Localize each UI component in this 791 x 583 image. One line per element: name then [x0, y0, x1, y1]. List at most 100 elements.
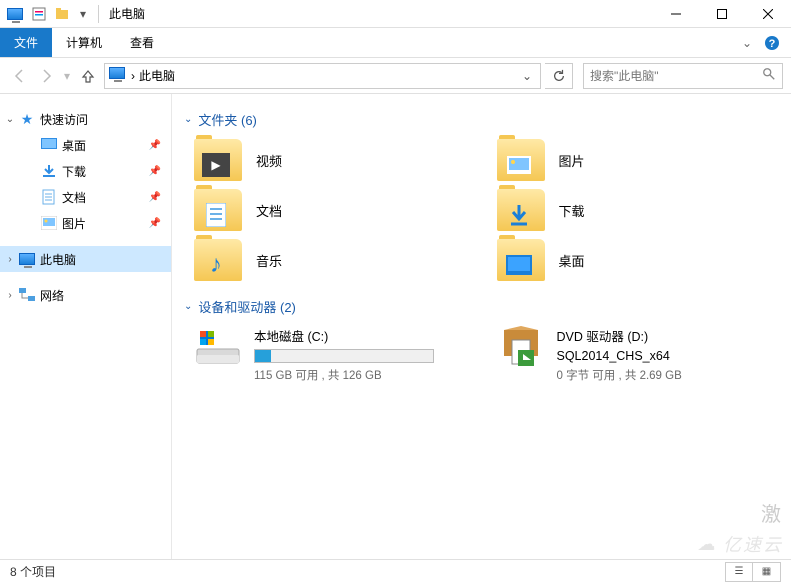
- folder-desktop-icon: [497, 239, 545, 281]
- drive-d-label: SQL2014_CHS_x64: [557, 349, 780, 363]
- network-icon: [18, 286, 36, 304]
- nav-label: 此电脑: [40, 251, 76, 268]
- nav-desktop[interactable]: 桌面 📌: [0, 132, 171, 158]
- drive-d-stat: 0 字节 可用 , 共 2.69 GB: [557, 367, 780, 383]
- up-button[interactable]: [76, 64, 100, 88]
- nav-pictures[interactable]: 图片 📌: [0, 210, 171, 236]
- this-pc-icon: [18, 250, 36, 268]
- drives-grid: 本地磁盘 (C:) 115 GB 可用 , 共 126 GB DVD 驱动器 (…: [184, 326, 779, 383]
- cloud-icon: ☁: [697, 534, 717, 555]
- folders-grid: ▶ 视频 图片 文档 下载 ♪ 音乐 桌面: [184, 139, 779, 281]
- quick-access-icon: ★: [18, 110, 36, 128]
- search-placeholder: 搜索"此电脑": [590, 67, 659, 84]
- folder-videos-icon: ▶: [194, 139, 242, 181]
- nav-network[interactable]: › 网络: [0, 282, 171, 308]
- minimize-button[interactable]: [653, 0, 699, 28]
- search-icon: [762, 67, 776, 84]
- quick-access-toolbar: ▾: [0, 3, 94, 25]
- desktop-icon: [40, 136, 58, 154]
- tab-file[interactable]: 文件: [0, 28, 52, 57]
- pictures-icon: [40, 214, 58, 232]
- local-disk-icon: [194, 326, 242, 368]
- history-dropdown-icon[interactable]: ▾: [60, 64, 74, 88]
- nav-this-pc[interactable]: › 此电脑: [0, 246, 171, 272]
- drive-c-stat: 115 GB 可用 , 共 126 GB: [254, 367, 477, 383]
- drive-c-usage-bar: [254, 349, 434, 363]
- location-pc-icon: [109, 67, 127, 85]
- refresh-button[interactable]: [545, 63, 573, 89]
- window-title: 此电脑: [103, 5, 145, 22]
- titlebar-divider: [98, 5, 99, 23]
- folder-pictures[interactable]: 图片: [497, 139, 780, 181]
- maximize-button[interactable]: [699, 0, 745, 28]
- nav-label: 快速访问: [40, 111, 88, 128]
- brand-watermark: ☁ 亿速云: [697, 531, 783, 557]
- chevron-right-icon[interactable]: ›: [4, 290, 16, 301]
- nav-documents[interactable]: 文档 📌: [0, 184, 171, 210]
- drive-c-name: 本地磁盘 (C:): [254, 326, 477, 345]
- properties-icon[interactable]: [28, 3, 50, 25]
- ribbon-expand-icon[interactable]: ⌄: [733, 36, 761, 50]
- search-input[interactable]: 搜索"此电脑": [583, 63, 783, 89]
- address-bar[interactable]: › 此电脑 ⌄: [104, 63, 541, 89]
- navigation-pane: ⌄ ★ 快速访问 桌面 📌 下载 📌 文档 📌 图片 📌 › 此电脑: [0, 94, 172, 559]
- nav-quick-access[interactable]: ⌄ ★ 快速访问: [0, 106, 171, 132]
- folder-documents-icon: [194, 189, 242, 231]
- view-tiles-button[interactable]: ▦: [753, 562, 781, 582]
- help-icon[interactable]: ?: [761, 32, 783, 54]
- downloads-icon: [40, 162, 58, 180]
- folder-music-icon: ♪: [194, 239, 242, 281]
- navigation-bar: ▾ › 此电脑 ⌄ 搜索"此电脑": [0, 58, 791, 94]
- chevron-down-icon[interactable]: ⌄: [4, 114, 16, 125]
- pin-icon: 📌: [149, 192, 161, 203]
- address-dropdown-icon[interactable]: ⌄: [518, 69, 536, 83]
- pin-icon: 📌: [149, 140, 161, 151]
- pin-icon: 📌: [149, 166, 161, 177]
- pin-icon: 📌: [149, 218, 161, 229]
- folder-videos[interactable]: ▶ 视频: [194, 139, 477, 181]
- crumb-separator: ›: [131, 69, 135, 83]
- window-controls: [653, 0, 791, 28]
- nav-label: 下载: [62, 163, 86, 180]
- drive-d-name: DVD 驱动器 (D:): [557, 326, 780, 345]
- folder-music[interactable]: ♪ 音乐: [194, 239, 477, 281]
- titlebar: ▾ 此电脑: [0, 0, 791, 28]
- statusbar: 8 个项目 ☰ ▦: [0, 559, 791, 583]
- back-button[interactable]: [8, 64, 32, 88]
- chevron-right-icon[interactable]: ›: [4, 254, 16, 265]
- drive-c[interactable]: 本地磁盘 (C:) 115 GB 可用 , 共 126 GB: [194, 326, 477, 383]
- documents-icon: [40, 188, 58, 206]
- nav-downloads[interactable]: 下载 📌: [0, 158, 171, 184]
- folder-pictures-icon: [497, 139, 545, 181]
- nav-label: 桌面: [62, 137, 86, 154]
- folder-desktop[interactable]: 桌面: [497, 239, 780, 281]
- tab-computer[interactable]: 计算机: [52, 28, 116, 57]
- content-pane: ⌄ 文件夹 (6) ▶ 视频 图片 文档 下载 ♪ 音乐: [172, 94, 791, 559]
- app-icon: [4, 3, 26, 25]
- svg-text:?: ?: [769, 38, 776, 50]
- view-toggle: ☰ ▦: [725, 562, 781, 582]
- section-folders-header[interactable]: ⌄ 文件夹 (6): [184, 110, 779, 129]
- view-details-button[interactable]: ☰: [725, 562, 753, 582]
- breadcrumb-this-pc[interactable]: 此电脑: [139, 67, 175, 84]
- section-devices-header[interactable]: ⌄ 设备和驱动器 (2): [184, 297, 779, 316]
- folder-downloads[interactable]: 下载: [497, 189, 780, 231]
- folder-documents[interactable]: 文档: [194, 189, 477, 231]
- close-button[interactable]: [745, 0, 791, 28]
- dvd-drive-icon: [497, 326, 545, 368]
- item-count: 8 个项目: [10, 563, 56, 580]
- drive-d[interactable]: DVD 驱动器 (D:) SQL2014_CHS_x64 0 字节 可用 , 共…: [497, 326, 780, 383]
- folder-downloads-icon: [497, 189, 545, 231]
- nav-label: 文档: [62, 189, 86, 206]
- nav-label: 网络: [40, 287, 64, 304]
- nav-label: 图片: [62, 215, 86, 232]
- ribbon: 文件 计算机 查看 ⌄ ?: [0, 28, 791, 58]
- tab-view[interactable]: 查看: [116, 28, 168, 57]
- forward-button[interactable]: [34, 64, 58, 88]
- chevron-down-icon: ⌄: [184, 301, 192, 312]
- new-folder-icon[interactable]: [52, 3, 74, 25]
- qat-dropdown-icon[interactable]: ▾: [76, 3, 90, 25]
- body: ⌄ ★ 快速访问 桌面 📌 下载 📌 文档 📌 图片 📌 › 此电脑: [0, 94, 791, 559]
- activation-watermark: 激: [761, 498, 781, 527]
- chevron-down-icon: ⌄: [184, 114, 192, 125]
